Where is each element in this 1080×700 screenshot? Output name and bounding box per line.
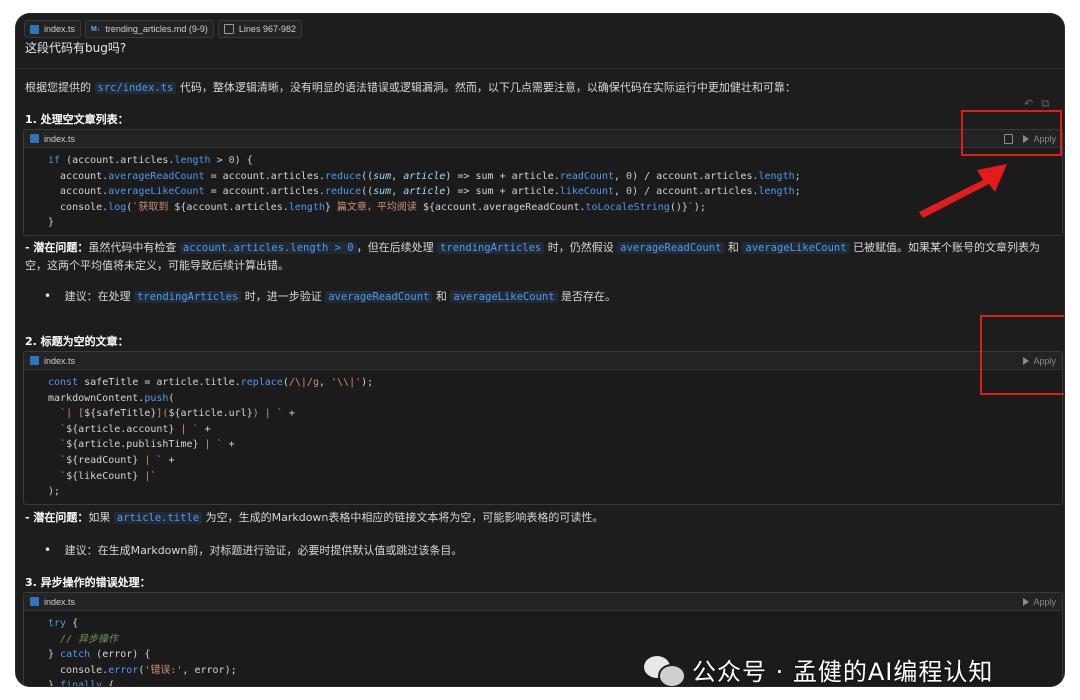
markdown-file-icon: M↓ bbox=[91, 25, 101, 33]
code-line: `${article.publishTime} | ` + bbox=[60, 439, 235, 451]
annotation-arrow bbox=[919, 164, 1007, 218]
watermark: 公众号 · 孟健的AI编程认知 bbox=[644, 652, 993, 686]
list-item: 建议：在处理 trendingArticles 时，进一步验证 averageR… bbox=[44, 287, 616, 306]
code-line: if (account.articles.length > 0) { bbox=[48, 155, 253, 166]
intro-paragraph: 根据您提供的 src/index.ts 代码，整体逻辑清晰，没有明显的语法错误或… bbox=[25, 81, 796, 94]
issue-paragraph-1: - 潜在问题：虽然代码中有检查 account.articles.length … bbox=[25, 241, 1041, 272]
code-body: const safeTitle = article.title.replace(… bbox=[24, 370, 1062, 504]
inline-code: article.title bbox=[113, 512, 203, 524]
code-line: } bbox=[48, 217, 55, 229]
code-actions: Apply bbox=[1023, 597, 1056, 607]
issue-paragraph-2: - 潜在问题：如果 article.title 为空，生成的Markdown表格… bbox=[25, 511, 604, 524]
code-block-header: index.ts Apply bbox=[24, 130, 1062, 148]
typescript-file-icon bbox=[30, 597, 39, 606]
watermark-text: 公众号 · 孟健的AI编程认知 bbox=[692, 658, 994, 686]
inline-code: averageReadCount bbox=[325, 291, 433, 303]
section-heading-1: 1. 处理空文章列表： bbox=[25, 113, 129, 126]
copy-icon[interactable]: ⧉ bbox=[1041, 97, 1049, 111]
code-line: account.averageLikeCount = account.artic… bbox=[48, 186, 801, 198]
chat-panel: index.ts M↓ trending_articles.md (9-9) L… bbox=[16, 14, 1064, 686]
chip-label: Lines 967-982 bbox=[238, 24, 296, 34]
list-item: 建议：在生成Markdown前，对标题进行验证，必要时提供默认值或跳过该条目。 bbox=[44, 541, 463, 560]
play-icon bbox=[1023, 597, 1030, 606]
code-block-1: index.ts Apply if (account.articles.leng… bbox=[23, 129, 1063, 236]
message-actions: ↶ ⧉ bbox=[1024, 97, 1049, 111]
code-block-header: index.ts Apply bbox=[24, 593, 1062, 611]
section-heading-2: 2. 标题为空的文章： bbox=[25, 335, 129, 348]
divider bbox=[16, 68, 1064, 69]
inline-code: account.articles.length > 0 bbox=[179, 242, 357, 254]
suggestion-list-2: 建议：在生成Markdown前，对标题进行验证，必要时提供默认值或跳过该条目。 bbox=[44, 541, 463, 560]
code-line: `| [${safeTitle}](${article.url}) | ` + bbox=[60, 408, 295, 420]
annotation-box-apply-2 bbox=[980, 315, 1064, 395]
code-block-2: index.ts Apply const safeTitle = article… bbox=[23, 351, 1063, 505]
section-heading-3: 3. 异步操作的错误处理： bbox=[25, 576, 151, 589]
user-question: 这段代码有bug吗? bbox=[25, 41, 127, 55]
code-file: index.ts bbox=[30, 597, 75, 607]
typescript-file-icon bbox=[30, 24, 39, 34]
code-filename: index.ts bbox=[44, 133, 76, 144]
apply-button[interactable]: Apply bbox=[1023, 597, 1056, 607]
code-line: `${likeCount} |` bbox=[60, 470, 157, 482]
code-line: console.log(`获取到 ${account.articles.leng… bbox=[48, 201, 706, 213]
code-line: `${readCount} | ` + bbox=[60, 454, 175, 466]
code-filename: index.ts bbox=[44, 596, 76, 607]
inline-code: trendingArticles bbox=[437, 242, 545, 254]
undo-icon[interactable]: ↶ bbox=[1024, 97, 1033, 111]
code-line: // 异步操作 bbox=[60, 633, 119, 645]
context-chips: index.ts M↓ trending_articles.md (9-9) L… bbox=[24, 20, 302, 38]
code-line: account.averageReadCount = account.artic… bbox=[48, 170, 801, 182]
code-line: const safeTitle = article.title.replace(… bbox=[48, 377, 374, 388]
code-filename: index.ts bbox=[44, 355, 76, 366]
suggestion-list-1: 建议：在处理 trendingArticles 时，进一步验证 averageR… bbox=[44, 287, 616, 306]
code-body: if (account.articles.length > 0) { accou… bbox=[24, 148, 1062, 235]
code-block-header: index.ts Apply bbox=[24, 352, 1062, 370]
inline-code: averageLikeCount bbox=[742, 242, 850, 254]
inline-code: trendingArticles bbox=[134, 291, 242, 303]
inline-code: src/index.ts bbox=[94, 82, 177, 94]
typescript-file-icon bbox=[30, 134, 39, 143]
code-line: ); bbox=[48, 486, 61, 498]
context-chip-index-ts[interactable]: index.ts bbox=[24, 20, 82, 38]
code-line: markdownContent.push( bbox=[48, 392, 175, 404]
chip-label: trending_articles.md (9-9) bbox=[105, 24, 208, 34]
code-line: `${article.account} | ` + bbox=[60, 423, 211, 435]
code-line: try { bbox=[48, 618, 79, 629]
code-file: index.ts bbox=[30, 356, 75, 366]
context-chip-lines[interactable]: Lines 967-982 bbox=[217, 20, 302, 38]
code-file: index.ts bbox=[30, 134, 75, 144]
lines-icon bbox=[223, 24, 234, 34]
typescript-file-icon bbox=[30, 356, 39, 365]
context-chip-trending-md[interactable]: M↓ trending_articles.md (9-9) bbox=[85, 20, 214, 38]
annotation-box-apply-1 bbox=[961, 110, 1062, 156]
wechat-logo-icon bbox=[644, 654, 686, 686]
inline-code: averageLikeCount bbox=[450, 291, 558, 303]
inline-code: averageReadCount bbox=[617, 242, 725, 254]
chip-label: index.ts bbox=[44, 24, 76, 34]
